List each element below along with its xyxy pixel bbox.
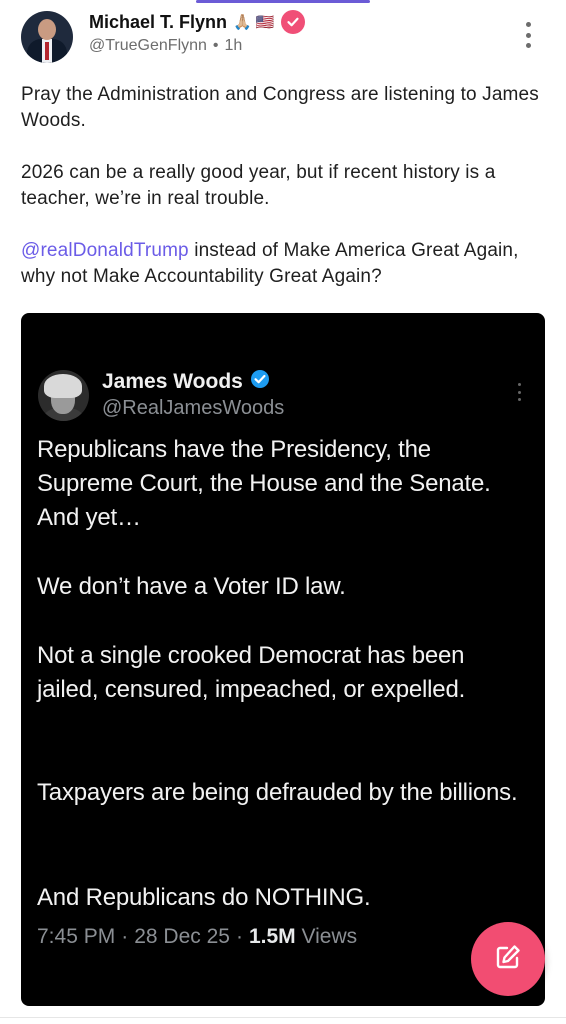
embedded-dot-2: · xyxy=(235,925,243,948)
embedded-views-count: 1.5M xyxy=(248,925,296,948)
embedded-author-name-row: James Woods xyxy=(102,369,270,394)
post-paragraph-1: Pray the Administration and Congress are… xyxy=(21,84,539,131)
embedded-tweet-meta: 7:45 PM · 28 Dec 25 · 1.5M Views xyxy=(37,925,357,949)
author-handle-row: @TrueGenFlynn • 1h xyxy=(89,37,242,55)
verified-badge-icon xyxy=(280,10,305,34)
author-avatar[interactable] xyxy=(21,11,73,63)
embedded-dot-1: · xyxy=(121,925,129,948)
embedded-views-label: Views xyxy=(301,925,358,948)
post-paragraph-3: @realDonaldTrump instead of Make America… xyxy=(21,238,546,290)
embedded-paragraph-1: Republicans have the Presidency, the Sup… xyxy=(37,436,491,531)
bottom-divider xyxy=(0,1017,566,1018)
embedded-paragraph-5: And Republicans do NOTHING. xyxy=(37,884,371,911)
embedded-author-handle: @RealJamesWoods xyxy=(102,397,285,419)
embedded-author-avatar xyxy=(38,370,89,421)
compose-button[interactable] xyxy=(471,922,545,996)
embedded-paragraph-2: We don’t have a Voter ID law. xyxy=(37,573,346,600)
avatar-head xyxy=(38,19,56,40)
avatar-tie xyxy=(45,42,49,60)
embedded-author-name: James Woods xyxy=(102,369,243,393)
post-paragraph-2: 2026 can be a really good year, but if r… xyxy=(21,162,496,209)
author-name-row: Michael T. Flynn 🙏🏼 🇺🇸 xyxy=(89,10,305,34)
mention-link[interactable]: @realDonaldTrump xyxy=(21,240,189,261)
compose-edit-icon xyxy=(493,942,523,977)
embedded-date: 28 Dec 25 xyxy=(134,925,230,948)
embedded-time: 7:45 PM xyxy=(37,925,116,948)
more-options-icon[interactable] xyxy=(516,22,540,48)
embedded-tweet-image[interactable]: James Woods @RealJamesWoods Republicans … xyxy=(21,313,545,1006)
embedded-paragraph-4: Taxpayers are being defrauded by the bil… xyxy=(37,779,518,806)
embedded-more-icon xyxy=(516,383,522,401)
meta-separator: • xyxy=(212,37,219,54)
author-emojis: 🙏🏼 🇺🇸 xyxy=(233,13,275,31)
author-name[interactable]: Michael T. Flynn xyxy=(89,12,227,33)
post-time: 1h xyxy=(224,37,243,54)
author-handle[interactable]: @TrueGenFlynn xyxy=(89,37,207,55)
embedded-paragraph-3: Not a single crooked Democrat has been j… xyxy=(37,642,466,703)
verified-check-icon xyxy=(250,369,270,394)
top-progress-indicator xyxy=(196,0,370,3)
